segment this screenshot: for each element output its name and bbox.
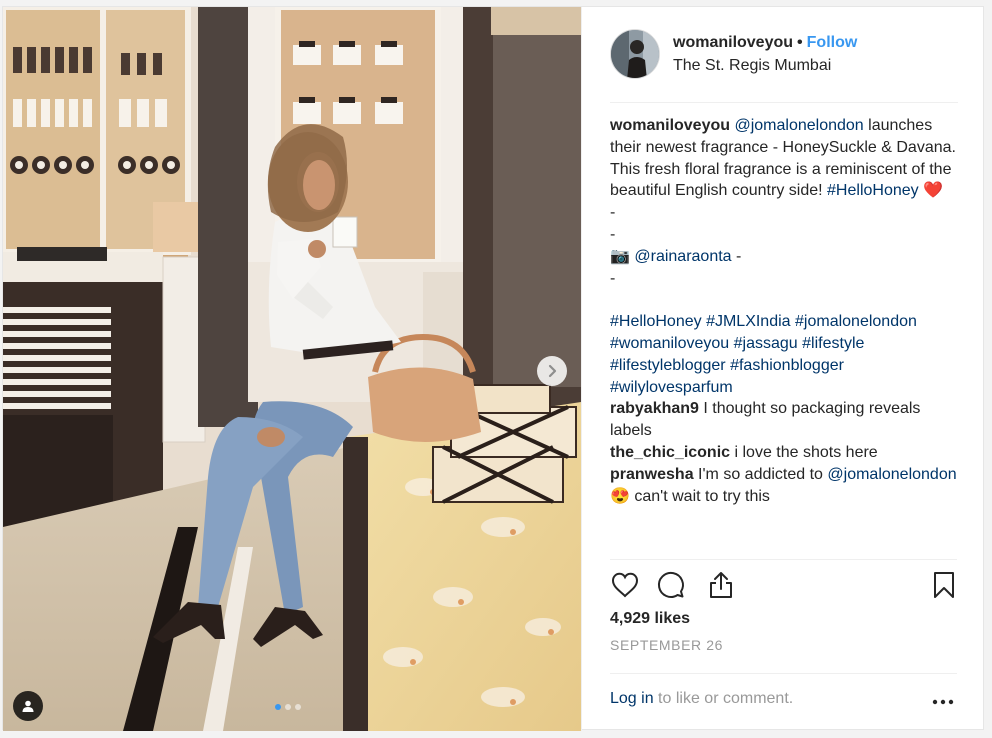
location-link[interactable]: The St. Regis Mumbai [673, 57, 831, 75]
action-bar [610, 559, 957, 599]
comment-icon[interactable] [656, 570, 686, 600]
comment-text: I'm so addicted to [698, 465, 823, 483]
caption-mention[interactable]: @jomalonelondon [734, 117, 863, 134]
carousel-indicator [275, 704, 301, 710]
carousel-next-button[interactable] [537, 356, 567, 386]
post-header: womaniloveyou • Follow The St. Regis Mumba… [582, 7, 986, 103]
header-user-line: womaniloveyou • Follow [673, 34, 857, 52]
photo-illustration [3, 7, 581, 731]
comment-username[interactable]: rabyakhan9 [610, 400, 699, 417]
comment-item: the_chic_iconic i love the shots here [610, 442, 966, 464]
caption-hashtags: #HelloHoney #JMLXIndia #jomalonelondon #… [610, 311, 966, 398]
hashtag-link[interactable]: #JMLXIndia [706, 313, 791, 330]
hashtag-link[interactable]: #jassagu [734, 335, 798, 352]
credit-mention[interactable]: @rainaraonta [634, 248, 731, 265]
more-options-button[interactable] [931, 694, 955, 710]
comment-text: can't wait to try this [634, 487, 770, 505]
carousel-dot-active [275, 704, 281, 710]
bookmark-icon[interactable] [929, 570, 959, 600]
header-username[interactable]: womaniloveyou [673, 34, 793, 51]
likes-count[interactable]: 4,929 likes [610, 610, 690, 628]
comment-username[interactable]: pranwesha [610, 466, 694, 483]
comments-list[interactable]: womaniloveyou @jomalonelondon launches t… [610, 115, 966, 551]
more-dots-icon [932, 699, 954, 705]
hashtag-link[interactable]: #wilylovesparfum [610, 379, 733, 396]
post-photo[interactable] [3, 7, 581, 731]
avatar-image [611, 30, 659, 78]
login-bar: Log in to like or comment. [610, 673, 957, 731]
caption-dash: - [610, 225, 616, 243]
comment-item: pranwesha I'm so addicted to @jomalonelo… [610, 464, 966, 508]
login-prompt: Log in to like or comment. [610, 690, 793, 708]
caption-dash: - [610, 269, 616, 287]
caption-hashtag[interactable]: #HelloHoney [827, 182, 919, 199]
login-text: to like or comment. [658, 690, 794, 707]
chevron-right-icon [548, 364, 557, 378]
comment-item: rabyakhan9 I thought so packaging reveal… [610, 398, 966, 442]
login-link[interactable]: Log in [610, 690, 654, 707]
caption-dash: - [610, 204, 616, 222]
share-icon[interactable] [706, 570, 736, 600]
header-separator: • [797, 34, 803, 51]
heart-icon[interactable] [610, 570, 640, 600]
post-details-panel: womaniloveyou • Follow The St. Regis Mumba… [581, 7, 985, 731]
avatar[interactable] [610, 29, 660, 79]
carousel-dot [295, 704, 301, 710]
caption: womaniloveyou @jomalonelondon launches t… [610, 115, 966, 202]
hashtag-link[interactable]: #lifestyleblogger [610, 357, 726, 374]
hashtag-link[interactable]: #fashionblogger [730, 357, 844, 374]
camera-emoji: 📷 [610, 247, 630, 265]
comment-username[interactable]: the_chic_iconic [610, 444, 730, 461]
photo-credit: 📷 @rainaraonta - [610, 246, 966, 268]
hashtag-link[interactable]: #jomalonelondon [795, 313, 917, 330]
post-date: SEPTEMBER 26 [610, 637, 724, 653]
heart-emoji: ❤️ [923, 182, 944, 200]
follow-button[interactable]: Follow [807, 34, 858, 51]
hashtag-link[interactable]: #lifestyle [802, 335, 864, 352]
tagged-people-button[interactable] [13, 691, 43, 721]
comment-text: i love the shots here [734, 443, 878, 461]
carousel-dot [285, 704, 291, 710]
heart-eyes-emoji: 😍 [610, 487, 630, 505]
hashtag-link[interactable]: #HelloHoney [610, 313, 702, 330]
caption-spacer [610, 289, 966, 311]
comment-mention[interactable]: @jomalonelondon [827, 466, 956, 483]
caption-username[interactable]: womaniloveyou [610, 117, 730, 134]
person-tag-icon [22, 700, 34, 712]
instagram-post: womaniloveyou • Follow The St. Regis Mumba… [2, 6, 985, 731]
hashtag-link[interactable]: #womaniloveyou [610, 335, 729, 352]
credit-suffix: - [736, 247, 742, 265]
